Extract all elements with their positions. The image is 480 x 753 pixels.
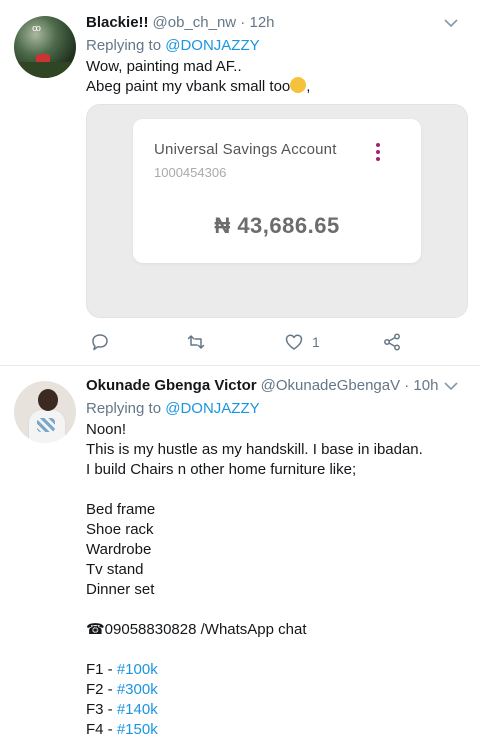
replying-to: Replying to @DONJAZZY xyxy=(86,37,464,57)
price-label: F4 - xyxy=(86,721,117,738)
tweet-text: Noon! This is my hustle as my handskill.… xyxy=(86,420,464,740)
display-name[interactable]: Okunade Gbenga Victor xyxy=(86,377,257,394)
tweet-line: Noon! xyxy=(86,421,127,438)
share-button[interactable] xyxy=(382,330,402,354)
tweet-actions: 1 xyxy=(86,330,416,354)
tweet-header: Blackie!! @ob_ch_nw · 12h xyxy=(86,14,464,34)
display-name[interactable]: Blackie!! xyxy=(86,14,149,31)
hashtag-link[interactable]: #100k xyxy=(117,661,158,678)
account-name: Universal Savings Account xyxy=(154,141,337,158)
tweet-line: Tv stand xyxy=(86,561,144,578)
tweet-line: Wow, painting mad AF.. xyxy=(86,58,242,75)
handle-and-time[interactable]: @ob_ch_nw · 12h xyxy=(153,14,275,31)
tweet-line: This is my hustle as my handskill. I bas… xyxy=(86,441,423,458)
like-count: 1 xyxy=(312,334,320,350)
chevron-down-icon[interactable] xyxy=(442,379,460,393)
price-line: F2 - #300k xyxy=(86,680,464,700)
tweet-line: Dinner set xyxy=(86,581,155,598)
heart-icon xyxy=(285,334,303,350)
hashtag-link[interactable]: #140k xyxy=(117,701,158,718)
bank-account-card: Universal Savings Account 1000454306 ₦ 4… xyxy=(133,119,421,263)
avatar[interactable]: ꝏ xyxy=(14,16,76,78)
tweet[interactable]: Okunade Gbenga Victor @OkunadeGbengaV · … xyxy=(0,367,480,753)
account-balance: ₦ 43,686.65 xyxy=(214,213,340,238)
share-icon xyxy=(384,333,400,351)
kebab-menu-icon xyxy=(375,143,381,163)
handle-and-time[interactable]: @OkunadeGbengaV · 10h xyxy=(261,377,439,394)
retweet-icon xyxy=(187,335,205,349)
tweet-line xyxy=(86,640,464,660)
tweet-header: Okunade Gbenga Victor @OkunadeGbengaV · … xyxy=(86,377,464,397)
tweet-line xyxy=(86,480,464,500)
tweet-line: Shoe rack xyxy=(86,521,154,538)
avatar-head xyxy=(38,389,58,411)
tweet-line: I build Chairs n other home furniture li… xyxy=(86,461,357,478)
hashtag-link[interactable]: #300k xyxy=(117,681,158,698)
tweet-text: Wow, painting mad AF.. Abeg paint my vba… xyxy=(86,57,464,97)
tweet-line xyxy=(86,600,464,620)
tweet-line-text: Abeg paint my vbank small too xyxy=(86,78,291,95)
tweet-line: Wardrobe xyxy=(86,541,152,558)
reply-button[interactable] xyxy=(90,330,110,354)
price-label: F1 - xyxy=(86,661,117,678)
price-line: F3 - #140k xyxy=(86,700,464,720)
hashtag-link[interactable]: #150k xyxy=(117,721,158,738)
price-line: F1 - #100k xyxy=(86,660,464,680)
price-label: F2 - xyxy=(86,681,117,698)
replying-to: Replying to @DONJAZZY xyxy=(86,400,464,420)
tweet-content: Blackie!! @ob_ch_nw · 12h Replying to @D… xyxy=(86,14,464,97)
rolling-laughing-emoji-icon xyxy=(290,77,307,93)
mention-link[interactable]: @DONJAZZY xyxy=(165,37,259,54)
replying-prefix: Replying to xyxy=(86,37,166,54)
avatar-lettering: ꝏ xyxy=(32,24,42,34)
replying-prefix: Replying to xyxy=(86,400,166,417)
avatar-body xyxy=(28,409,66,443)
tweet[interactable]: ꝏ Blackie!! @ob_ch_nw · 12h Replying to … xyxy=(0,0,480,366)
chevron-down-icon[interactable] xyxy=(442,16,460,30)
retweet-button[interactable] xyxy=(186,330,206,354)
account-number: 1000454306 xyxy=(154,165,227,180)
like-button[interactable]: 1 xyxy=(284,330,320,354)
tweet-line-suffix: , xyxy=(306,78,311,95)
tweet-line: Bed frame xyxy=(86,501,156,518)
tweet-line: ☎09058830828 /WhatsApp chat xyxy=(86,621,307,638)
reply-icon xyxy=(92,334,108,351)
avatar[interactable] xyxy=(14,381,76,443)
tweet-line: Abeg paint my vbank small too, xyxy=(86,77,464,97)
price-line: F4 - #150k xyxy=(86,720,464,740)
price-label: F3 - xyxy=(86,701,117,718)
mention-link[interactable]: @DONJAZZY xyxy=(165,400,259,417)
tweet-media-image[interactable]: Universal Savings Account 1000454306 ₦ 4… xyxy=(86,104,468,318)
tweet-content: Okunade Gbenga Victor @OkunadeGbengaV · … xyxy=(86,377,464,740)
avatar-ground xyxy=(14,62,76,78)
